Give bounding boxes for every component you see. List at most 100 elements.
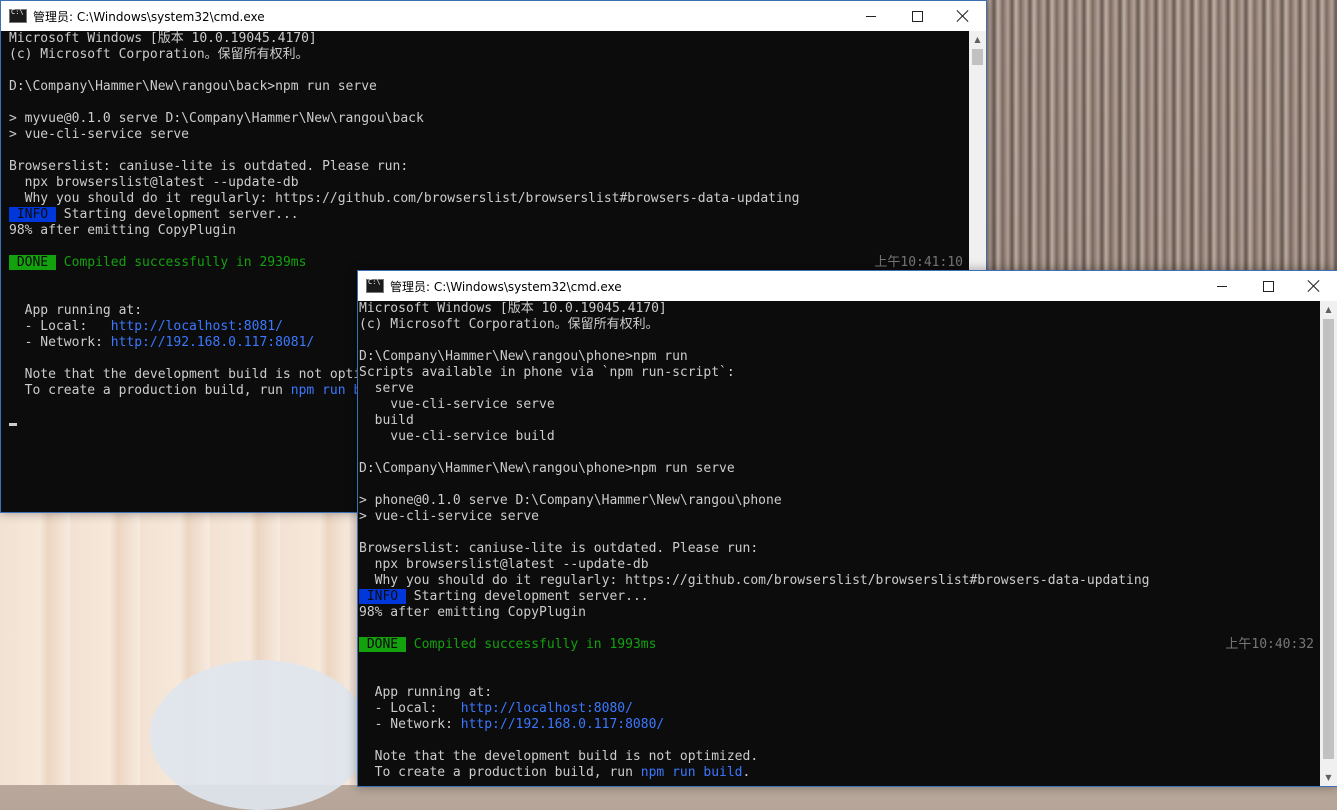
- console-link[interactable]: http://localhost:8081/: [111, 319, 283, 334]
- console-line: Why you should do it regularly: https://…: [359, 573, 1320, 589]
- console-line: npx browserslist@latest --update-db: [359, 557, 1320, 573]
- console-link[interactable]: http://192.168.0.117:8081/: [111, 335, 315, 350]
- maximize-button[interactable]: [894, 1, 940, 31]
- console-line: (c) Microsoft Corporation。保留所有权利。: [359, 317, 1320, 333]
- console-line: DONE Compiled successfully in 2939ms 上午10…: [9, 255, 969, 271]
- line-text: vue-cli-service serve: [359, 397, 555, 412]
- console-output[interactable]: Microsoft Windows [版本 10.0.19045.4170] (c…: [358, 301, 1320, 786]
- console-line: serve: [359, 381, 1320, 397]
- line-text: npx browserslist@latest --update-db: [9, 175, 299, 190]
- line-text: > vue-cli-service serve: [359, 509, 540, 524]
- line-text: 98% after emitting CopyPlugin: [359, 605, 586, 620]
- vertical-scrollbar[interactable]: ▲ ▼: [1320, 301, 1337, 786]
- line-text: vue-cli-service build: [359, 429, 555, 444]
- line-text: serve: [359, 381, 414, 396]
- console-link[interactable]: npm run build: [641, 765, 743, 780]
- line-text: App running at:: [9, 303, 143, 318]
- status-badge: INFO: [359, 589, 406, 604]
- line-text: > phone@0.1.0 serve D:\Company\Hammer\Ne…: [359, 493, 782, 508]
- window-title: 管理员: C:\Windows\system32\cmd.exe: [33, 9, 265, 24]
- console-line: npx browserslist@latest --update-db: [9, 175, 969, 191]
- console-line: > phone@0.1.0 serve D:\Company\Hammer\Ne…: [359, 493, 1320, 509]
- close-icon: [957, 10, 969, 22]
- line-text: Scripts available in phone via `npm run-…: [359, 365, 735, 380]
- maximize-button[interactable]: [1245, 271, 1291, 301]
- scrollbar-thumb[interactable]: [972, 49, 983, 65]
- console-line: 98% after emitting CopyPlugin: [359, 605, 1320, 621]
- console-line: DONE Compiled successfully in 1993ms 上午10…: [359, 637, 1320, 653]
- close-button[interactable]: [940, 1, 986, 31]
- line-text: - Local:: [9, 319, 111, 334]
- scrollbar-thumb[interactable]: [1323, 319, 1334, 759]
- console-line: Note that the development build is not o…: [359, 749, 1320, 765]
- line-text: Microsoft Windows [版本 10.0.19045.4170]: [9, 31, 317, 46]
- console-line: To create a production build, run npm ru…: [359, 765, 1320, 781]
- console-line: vue-cli-service build: [359, 429, 1320, 445]
- window-controls: [1199, 271, 1337, 301]
- close-icon: [1308, 280, 1320, 292]
- cmd-icon: [9, 8, 27, 23]
- console-line: Why you should do it regularly: https://…: [9, 191, 969, 207]
- window-title: 管理员: C:\Windows\system32\cmd.exe: [390, 279, 622, 294]
- window-titlebar[interactable]: 管理员: C:\Windows\system32\cmd.exe: [358, 271, 1337, 301]
- line-text: To create a production build, run: [359, 765, 641, 780]
- line-text: Browserslist: caniuse-lite is outdated. …: [359, 541, 759, 556]
- status-badge: DONE: [9, 255, 56, 270]
- console-line: - Network: http://192.168.0.117:8080/: [359, 717, 1320, 733]
- cmd-window-front[interactable]: 管理员: C:\Windows\system32\cmd.exe Microso…: [357, 270, 1337, 787]
- console-line: - Local: http://localhost:8080/: [359, 701, 1320, 717]
- line-text: Microsoft Windows [版本 10.0.19045.4170]: [359, 301, 667, 316]
- minimize-button[interactable]: [1199, 271, 1245, 301]
- minimize-button[interactable]: [848, 1, 894, 31]
- window-controls: [848, 1, 986, 31]
- console-line: > vue-cli-service serve: [359, 509, 1320, 525]
- console-line: D:\Company\Hammer\New\rangou\back>npm ru…: [9, 79, 969, 95]
- cmd-icon: [366, 278, 384, 293]
- console-line: D:\Company\Hammer\New\rangou\phone>npm r…: [359, 349, 1320, 365]
- line-text: Browserslist: caniuse-lite is outdated. …: [9, 159, 409, 174]
- line-text: Starting development server...: [405, 589, 649, 604]
- line-text: Compiled successfully in 2939ms: [55, 255, 307, 270]
- line-text-suffix: .: [742, 765, 751, 780]
- console-link[interactable]: http://192.168.0.117:8080/: [461, 717, 665, 732]
- console-line: App running at:: [359, 685, 1320, 701]
- line-text: Why you should do it regularly: https://…: [9, 191, 800, 206]
- scroll-up-arrow-icon[interactable]: ▲: [1320, 301, 1337, 318]
- console-link[interactable]: http://localhost:8080/: [461, 701, 633, 716]
- minimize-icon: [1217, 285, 1227, 287]
- console-line: build: [359, 413, 1320, 429]
- line-text: - Local:: [359, 701, 461, 716]
- line-text: - Network:: [359, 717, 461, 732]
- console-line: 98% after emitting CopyPlugin: [9, 223, 969, 239]
- line-text: > myvue@0.1.0 serve D:\Company\Hammer\Ne…: [9, 111, 424, 126]
- window-titlebar[interactable]: 管理员: C:\Windows\system32\cmd.exe: [1, 1, 986, 31]
- console-line: Microsoft Windows [版本 10.0.19045.4170]: [359, 301, 1320, 317]
- console-line: Browserslist: caniuse-lite is outdated. …: [359, 541, 1320, 557]
- scroll-up-arrow-icon[interactable]: ▲: [969, 31, 986, 48]
- line-text: npx browserslist@latest --update-db: [359, 557, 649, 572]
- maximize-icon: [911, 10, 923, 22]
- console-line: > myvue@0.1.0 serve D:\Company\Hammer\Ne…: [9, 111, 969, 127]
- line-text: To create a production build, run: [9, 383, 291, 398]
- close-button[interactable]: [1291, 271, 1337, 301]
- line-text: Starting development server...: [55, 207, 299, 222]
- console-line: Browserslist: caniuse-lite is outdated. …: [9, 159, 969, 175]
- line-text: Compiled successfully in 1993ms: [405, 637, 657, 652]
- scroll-down-arrow-icon[interactable]: ▼: [1320, 769, 1337, 786]
- timestamp: 上午10:40:32: [1225, 637, 1314, 652]
- minimize-icon: [866, 15, 876, 17]
- text-cursor: [9, 423, 17, 426]
- console-line: (c) Microsoft Corporation。保留所有权利。: [9, 47, 969, 63]
- console-line: INFO Starting development server...: [9, 207, 969, 223]
